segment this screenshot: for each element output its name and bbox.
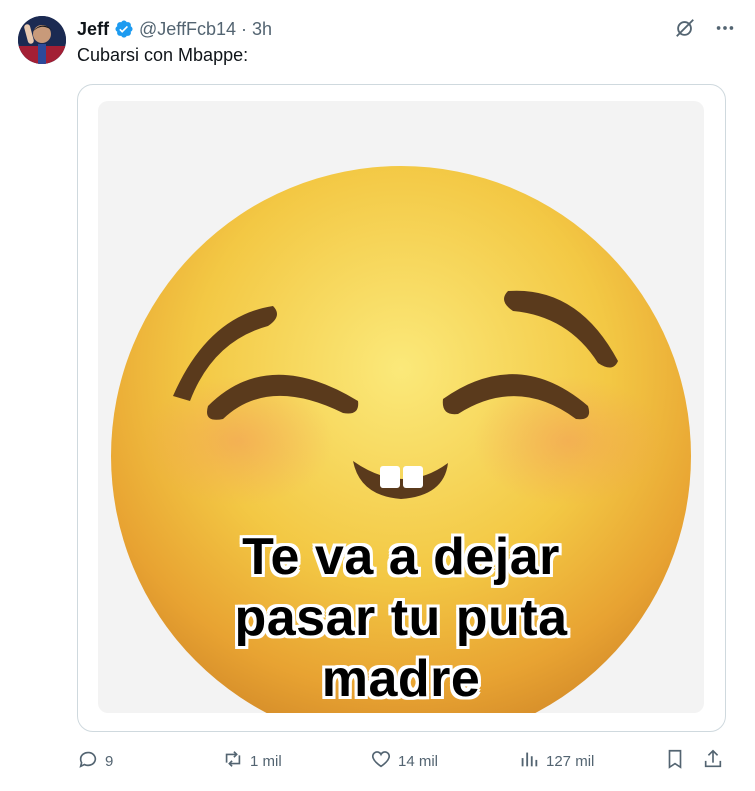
share-icon <box>702 748 724 774</box>
heart-icon <box>370 748 392 774</box>
reply-button[interactable]: 9 <box>77 748 113 774</box>
share-button[interactable] <box>702 748 724 774</box>
timestamp[interactable]: 3h <box>252 19 272 40</box>
separator-dot: · <box>241 18 248 39</box>
repost-button[interactable]: 1 mil <box>222 748 282 774</box>
author-handle[interactable]: @JeffFcb14 <box>139 19 236 40</box>
views-icon <box>518 748 540 774</box>
tweet-media[interactable]: Te va a dejar pasar tu puta madre <box>77 84 726 732</box>
tweet-text: Cubarsi con Mbappe: <box>77 45 249 65</box>
like-button[interactable]: 14 mil <box>370 748 438 774</box>
grok-icon[interactable] <box>673 16 697 40</box>
tweet-actions-bar: 9 1 mil 14 mil 127 mil <box>77 748 737 774</box>
reply-count: 9 <box>105 752 114 770</box>
author-name[interactable]: Jeff <box>77 19 109 40</box>
bookmark-icon <box>664 748 686 774</box>
meme-caption-line-2: pasar tu puta <box>234 589 568 647</box>
avatar[interactable] <box>18 16 66 64</box>
tweet-header: Jeff @JeffFcb14 · 3h <box>77 18 272 40</box>
reply-icon <box>77 748 99 774</box>
bookmark-button[interactable] <box>664 748 686 774</box>
meme-caption-line-1: Te va a dejar <box>242 528 560 586</box>
repost-count: 1 mil <box>250 752 282 770</box>
meme-image: Te va a dejar pasar tu puta madre <box>98 101 704 713</box>
repost-icon <box>222 748 244 774</box>
like-count: 14 mil <box>398 752 439 770</box>
tweet[interactable]: Jeff @JeffFcb14 · 3h Cubarsi con Mbappe: <box>0 0 755 791</box>
more-icon[interactable] <box>713 16 737 40</box>
views-button[interactable]: 127 mil <box>518 748 594 774</box>
verified-badge-icon <box>114 19 134 39</box>
views-count: 127 mil <box>546 752 595 770</box>
top-actions <box>673 16 737 40</box>
meme-caption-line-3: madre <box>321 650 481 708</box>
